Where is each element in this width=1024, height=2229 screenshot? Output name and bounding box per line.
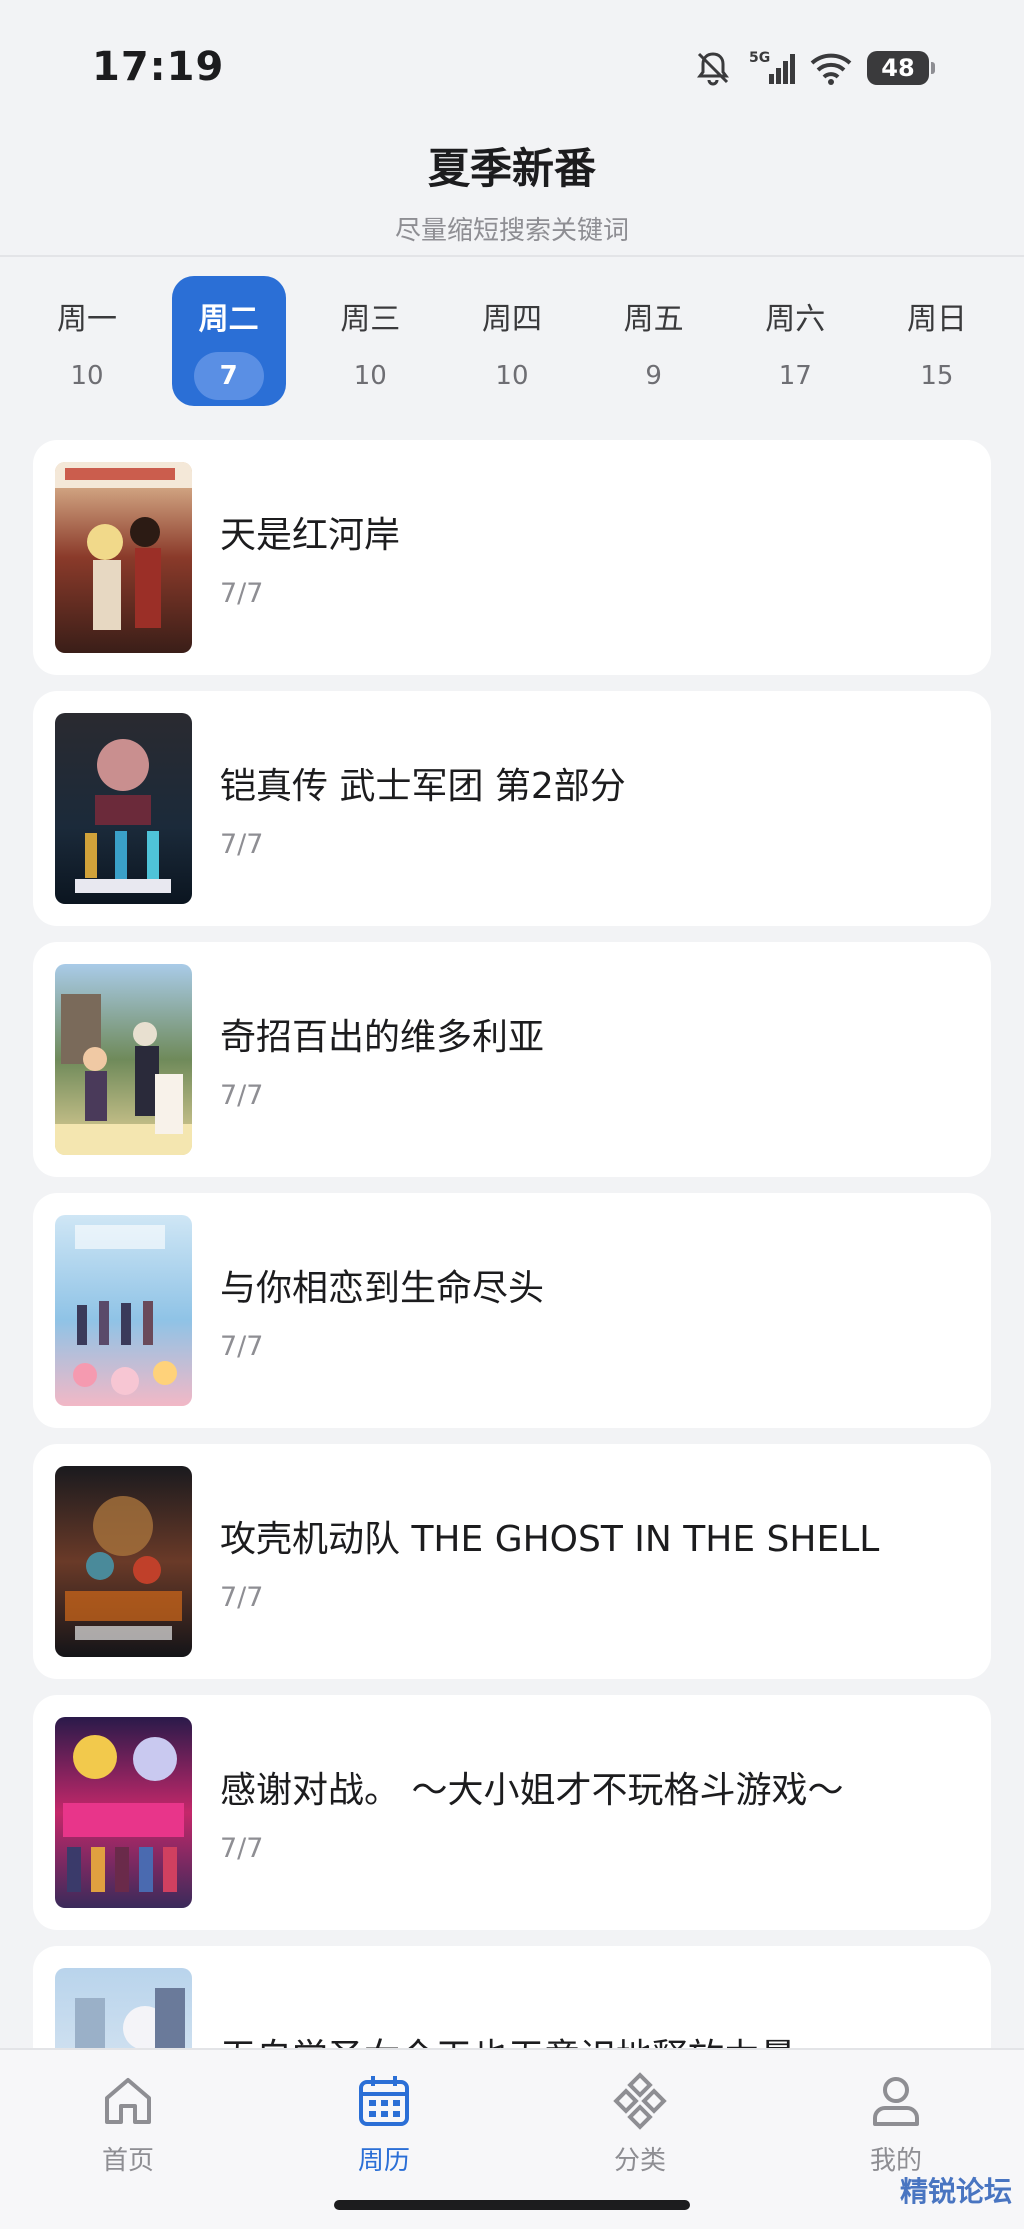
weekday-tabs: 周一 10 周二 7 周三 10 周四 10 周五 9 周六 17 周日 15 bbox=[30, 276, 994, 408]
anime-card[interactable]: 与你相恋到生命尽头 7/7 bbox=[33, 1193, 991, 1428]
wifi-icon bbox=[809, 50, 853, 86]
tab-wednesday[interactable]: 周三 10 bbox=[313, 276, 427, 406]
nav-label: 首页 bbox=[101, 2146, 154, 2176]
anime-title: 奇招百出的维多利亚 bbox=[220, 1017, 545, 1058]
day-name: 周二 bbox=[198, 302, 259, 337]
watermark: 精锐论坛 bbox=[899, 2175, 1012, 2208]
nav-home[interactable]: 首页 bbox=[0, 2050, 256, 2229]
day-name: 周三 bbox=[340, 302, 401, 337]
anime-episode: 7/7 bbox=[220, 1331, 264, 1362]
anime-episode: 7/7 bbox=[220, 829, 264, 860]
day-count: 7 bbox=[193, 352, 264, 400]
page-header: 夏季新番 尽量缩短搜索关键词 bbox=[0, 135, 1024, 247]
anime-poster bbox=[55, 1466, 192, 1657]
battery-icon: 48 bbox=[867, 51, 935, 85]
anime-title: 铠真传 武士军团 第2部分 bbox=[220, 766, 626, 807]
nav-label: 周历 bbox=[357, 2146, 410, 2176]
day-name: 周五 bbox=[623, 302, 684, 337]
anime-poster bbox=[55, 462, 192, 653]
day-count: 10 bbox=[70, 361, 104, 391]
anime-poster bbox=[55, 713, 192, 904]
day-name: 周日 bbox=[906, 302, 967, 337]
tab-tuesday[interactable]: 周二 7 bbox=[171, 276, 286, 406]
bell-muted-icon bbox=[693, 48, 733, 88]
anime-info: 奇招百出的维多利亚 7/7 bbox=[220, 1008, 544, 1111]
anime-card[interactable]: 奇招百出的维多利亚 7/7 bbox=[33, 942, 991, 1177]
page-title: 夏季新番 bbox=[427, 144, 596, 193]
page-subtitle: 尽量缩短搜索关键词 bbox=[394, 216, 629, 246]
network-type: 5G bbox=[749, 50, 770, 66]
user-icon bbox=[867, 2072, 925, 2130]
anime-episode: 7/7 bbox=[220, 1833, 264, 1864]
day-count: 15 bbox=[920, 361, 954, 391]
anime-info: 铠真传 武士军团 第2部分 7/7 bbox=[220, 757, 626, 860]
category-icon bbox=[611, 2072, 669, 2130]
day-count: 9 bbox=[645, 361, 662, 391]
status-icons: 5G 48 bbox=[693, 44, 935, 92]
header-divider bbox=[0, 255, 1024, 257]
anime-info: 攻壳机动队 THE GHOST IN THE SHELL 7/7 bbox=[220, 1510, 879, 1613]
anime-poster bbox=[55, 964, 192, 1155]
day-count: 17 bbox=[778, 361, 812, 391]
anime-episode: 7/7 bbox=[220, 1080, 264, 1111]
anime-info: 天是红河岸 7/7 bbox=[220, 506, 400, 609]
anime-episode: 7/7 bbox=[220, 578, 264, 609]
anime-card[interactable]: 铠真传 武士军团 第2部分 7/7 bbox=[33, 691, 991, 926]
anime-info: 无自觉圣女今天也无意识地释放力量 bbox=[220, 2028, 796, 2051]
anime-poster bbox=[55, 1717, 192, 1908]
day-name: 周六 bbox=[765, 302, 826, 337]
home-indicator[interactable] bbox=[334, 2200, 690, 2210]
tab-saturday[interactable]: 周六 17 bbox=[738, 276, 852, 406]
anime-card[interactable]: 感谢对战。 ～大小姐才不玩格斗游戏～ 7/7 bbox=[33, 1695, 991, 1930]
calendar-icon bbox=[355, 2072, 413, 2130]
anime-title: 感谢对战。 ～大小姐才不玩格斗游戏～ bbox=[220, 1770, 844, 1811]
anime-title: 天是红河岸 bbox=[220, 515, 401, 556]
anime-card[interactable]: 攻壳机动队 THE GHOST IN THE SHELL 7/7 bbox=[33, 1444, 991, 1679]
status-bar: 17:19 5G 48 bbox=[0, 0, 1024, 130]
anime-title: 无自觉圣女今天也无意识地释放力量 bbox=[220, 2028, 796, 2051]
anime-info: 与你相恋到生命尽头 7/7 bbox=[220, 1259, 544, 1362]
anime-poster bbox=[55, 1968, 192, 2050]
anime-list[interactable]: 天是红河岸 7/7 铠真传 武士军团 第2部分 7/7 奇招百出的维多利亚 7/… bbox=[33, 440, 991, 2050]
anime-card[interactable]: 无自觉圣女今天也无意识地释放力量 bbox=[33, 1946, 991, 2050]
day-name: 周一 bbox=[57, 302, 117, 337]
tab-sunday[interactable]: 周日 15 bbox=[880, 276, 994, 406]
tab-friday[interactable]: 周五 9 bbox=[597, 276, 711, 406]
anime-episode: 7/7 bbox=[220, 1582, 264, 1613]
anime-title: 攻壳机动队 THE GHOST IN THE SHELL bbox=[220, 1519, 880, 1560]
day-name: 周四 bbox=[481, 302, 542, 337]
tab-monday[interactable]: 周一 10 bbox=[30, 276, 144, 406]
day-count: 10 bbox=[353, 361, 387, 391]
nav-label: 分类 bbox=[613, 2146, 666, 2176]
anime-card[interactable]: 天是红河岸 7/7 bbox=[33, 440, 991, 675]
anime-info: 感谢对战。 ～大小姐才不玩格斗游戏～ 7/7 bbox=[220, 1761, 843, 1864]
status-time: 17:19 bbox=[92, 44, 225, 90]
tab-thursday[interactable]: 周四 10 bbox=[455, 276, 569, 406]
anime-title: 与你相恋到生命尽头 bbox=[220, 1268, 545, 1309]
home-icon bbox=[99, 2072, 157, 2130]
day-count: 10 bbox=[495, 361, 529, 391]
cellular-signal-icon: 5G bbox=[747, 48, 795, 88]
anime-poster bbox=[55, 1215, 192, 1406]
